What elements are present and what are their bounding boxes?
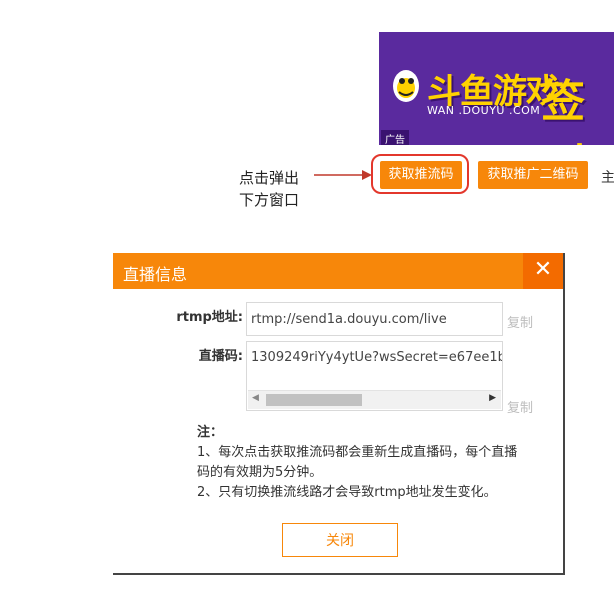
notes-section: 注： 1、每次点击获取推流码都会重新生成直播码，每个直播码的有效期为5分钟。 2… (197, 423, 527, 503)
ad-badge: 广告 (381, 130, 409, 145)
copy-stream-code-button[interactable]: 复制 (507, 397, 533, 416)
horizontal-scrollbar[interactable]: ◀ ▶ (248, 390, 501, 409)
live-info-dialog: 直播信息 ✕ rtmp地址: rtmp://send1a.douyu.com/l… (113, 253, 565, 575)
stream-code-value: 1309249riYy4ytUe?wsSecret=e67ee1b0 (251, 350, 503, 365)
notes-title: 注： (197, 425, 224, 440)
scroll-right-icon[interactable]: ▶ (489, 393, 496, 403)
note-item-1: 1、每次点击获取推流码都会重新生成直播码，每个直播码的有效期为5分钟。 (197, 445, 518, 480)
annotation-line-2: 下方窗口 (239, 191, 300, 209)
close-button[interactable]: 关闭 (282, 523, 398, 557)
banner-domain: WAN .DOUYU .COM (427, 104, 541, 117)
get-stream-code-button[interactable]: 获取推流码 (380, 161, 462, 189)
scroll-left-icon[interactable]: ◀ (252, 393, 259, 403)
promo-banner[interactable]: 斗鱼游戏 WAN .DOUYU .COM 签到 广告 (379, 32, 614, 145)
close-icon[interactable]: ✕ (523, 253, 563, 289)
fish-mascot-icon (393, 70, 419, 102)
get-qr-code-button[interactable]: 获取推广二维码 (478, 161, 588, 189)
rtmp-address-label: rtmp地址: (176, 310, 243, 325)
banner-headline: 签到 (541, 76, 585, 145)
stream-code-field[interactable]: 1309249riYy4ytUe?wsSecret=e67ee1b0 ◀ ▶ (246, 341, 503, 411)
annotation-text: 点击弹出 下方窗口 (239, 167, 299, 211)
note-item-2: 2、只有切换推流线路才会导致rtmp地址发生变化。 (197, 485, 497, 500)
truncated-text: 主 (601, 170, 614, 186)
dialog-header: 直播信息 ✕ (113, 253, 563, 289)
scrollbar-thumb[interactable] (266, 394, 362, 406)
copy-rtmp-button[interactable]: 复制 (507, 312, 533, 331)
arrow-icon (314, 170, 372, 180)
stream-code-label: 直播码: (198, 349, 243, 364)
rtmp-address-field[interactable]: rtmp://send1a.douyu.com/live (246, 302, 503, 336)
dialog-title: 直播信息 (123, 265, 188, 284)
annotation-line-1: 点击弹出 (239, 169, 300, 187)
